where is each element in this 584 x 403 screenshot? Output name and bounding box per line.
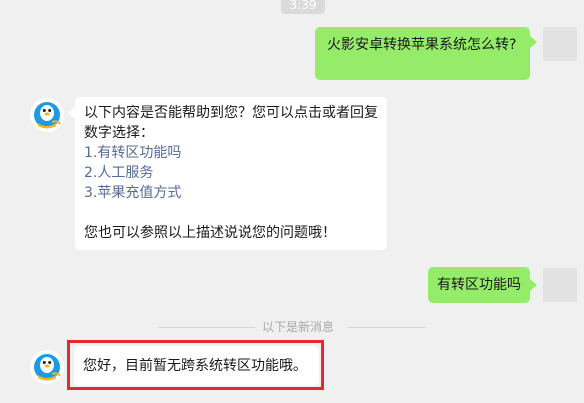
menu-option-apple-recharge[interactable]: 3.苹果充值方式: [84, 183, 377, 203]
menu-spacer: [84, 203, 377, 223]
user-message-bubble[interactable]: 有转区功能吗: [428, 267, 530, 303]
divider-line: [348, 327, 426, 328]
menu-intro-line-1: 以下内容是否能帮助到您？您可以点击或者回复: [84, 105, 378, 121]
menu-intro-line-2: 数字选择：: [84, 125, 154, 141]
user-bubble-tail: [530, 36, 537, 48]
chat-window: 3:39 火影安卓转换苹果系统怎么转? 以下内容是否能帮助到您？您可以点击或者回…: [0, 0, 584, 403]
user-bubble-tail: [530, 279, 537, 291]
message-timestamp: 3:39: [281, 0, 325, 14]
user-message-bubble[interactable]: 火影安卓转换苹果系统怎么转?: [315, 27, 530, 80]
qq-penguin-avatar-icon: [30, 350, 64, 384]
service-answer-bubble: 您好，目前暂无跨系统转区功能哦。: [74, 346, 319, 386]
menu-option-transfer-region[interactable]: 1.有转区功能吗: [84, 143, 377, 163]
menu-footer: 您也可以参照以上描述说说您的问题哦！: [84, 225, 336, 241]
qq-penguin-avatar-icon: [30, 98, 64, 132]
service-answer-text: 您好，目前暂无跨系统转区功能哦。: [83, 358, 307, 374]
service-avatar[interactable]: [30, 98, 64, 132]
service-avatar[interactable]: [30, 350, 64, 384]
user-avatar[interactable]: [543, 268, 577, 302]
service-bubble-tail: [68, 107, 75, 119]
service-menu-bubble: 以下内容是否能帮助到您？您可以点击或者回复 数字选择： 1.有转区功能吗 2.人…: [75, 97, 387, 250]
user-message-text: 有转区功能吗: [437, 277, 521, 293]
menu-option-human-service[interactable]: 2.人工服务: [84, 163, 377, 183]
divider-label: 以下是新消息: [262, 320, 335, 334]
divider-line: [158, 327, 255, 328]
user-message-text: 火影安卓转换苹果系统怎么转?: [327, 37, 517, 53]
user-avatar[interactable]: [543, 27, 577, 61]
